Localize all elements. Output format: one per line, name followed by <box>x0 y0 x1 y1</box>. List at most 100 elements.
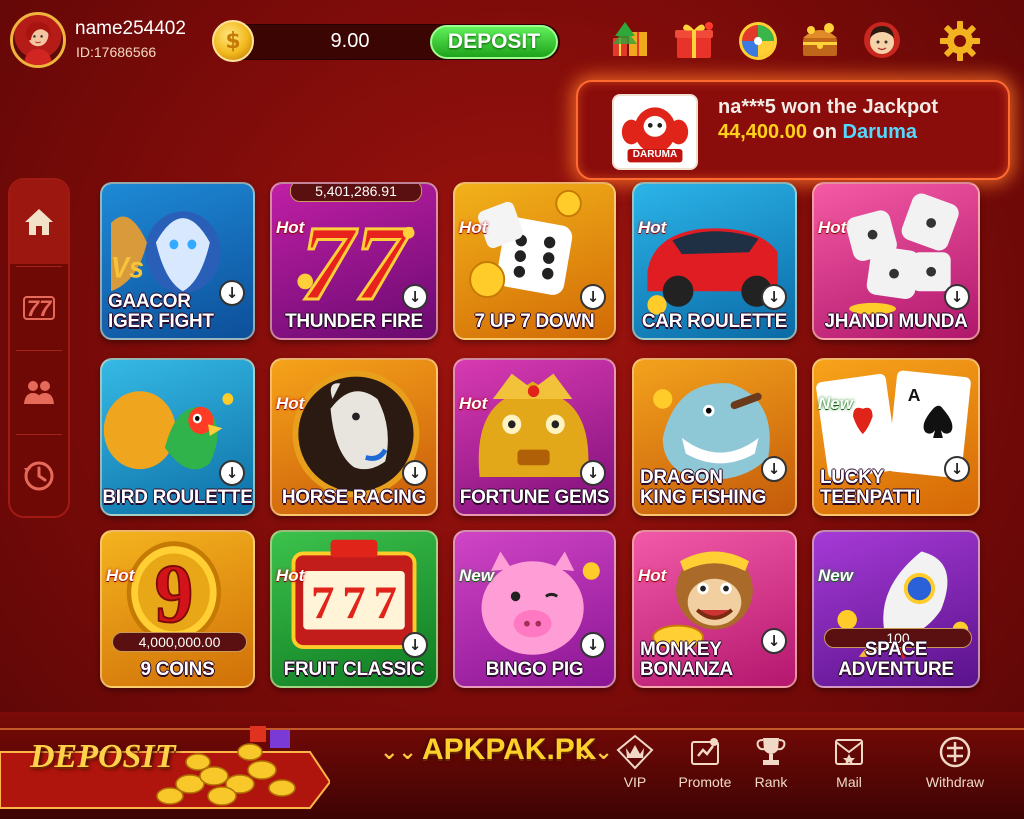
mail-icon <box>835 739 863 765</box>
treasure-chest-icon[interactable] <box>796 18 844 64</box>
hot-badge: Hot <box>276 218 305 237</box>
customer-service-icon[interactable] <box>858 18 906 64</box>
game-card-gaacor-iger-fight[interactable]: Vs GAACOR IGER FIGHT ↓ <box>100 182 255 340</box>
game-card-9-coins[interactable]: 9 Hot 4,000,000.00 9 COINS <box>100 530 255 688</box>
svg-text:9: 9 <box>155 548 194 641</box>
new-badge: New <box>818 566 853 585</box>
jackpot-game-name: Daruma <box>842 121 918 143</box>
game-title: FORTUNE GEMS <box>459 487 610 508</box>
hot-badge: Hot <box>276 566 305 585</box>
hot-badge: Hot <box>459 218 488 237</box>
download-icon[interactable]: ↓ <box>219 280 245 306</box>
sidebar-item-slots[interactable]: 77 <box>10 266 68 350</box>
game-title: BIRD ROULETTE <box>102 487 253 508</box>
vip-crown-icon <box>616 734 654 770</box>
game-title: FRUIT CLASSIC <box>283 659 425 680</box>
nav-mail-label: Mail <box>836 774 862 790</box>
game-card-7-up-7-down[interactable]: Hot 7 UP 7 DOWN ↓ <box>453 182 616 340</box>
category-sidebar: 77 <box>8 178 70 518</box>
download-icon[interactable]: ↓ <box>761 628 787 654</box>
gift-box-icon[interactable] <box>670 18 718 64</box>
game-card-thunder-fire[interactable]: 77 Hot 5,401,286.91 THUNDER FIRE ↓ <box>270 182 438 340</box>
svg-text:A: A <box>908 385 921 405</box>
daruma-thumbnail: DARUMA <box>612 94 698 170</box>
nav-mail[interactable]: Mail <box>814 734 884 790</box>
jackpot-message: na***5 won the Jackpot 44,400.00 on Daru… <box>718 95 998 145</box>
nav-withdraw[interactable]: Withdraw <box>920 734 990 790</box>
avatar-portrait-icon <box>23 21 53 65</box>
jackpot-banner[interactable]: DARUMA na***5 won the Jackpot 44,400.00 … <box>576 80 1010 180</box>
user-avatar[interactable] <box>10 12 66 68</box>
sidebar-item-multiplayer[interactable] <box>10 350 68 434</box>
gift-tree-icon[interactable] <box>606 18 654 64</box>
game-card-horse-racing[interactable]: Hot HORSE RACING ↓ <box>270 358 438 516</box>
download-icon[interactable]: ↓ <box>761 456 787 482</box>
daruma-label: DARUMA <box>632 149 678 160</box>
game-title: JHANDI MUNDA <box>824 311 968 332</box>
game-card-monkey-bonanza[interactable]: Hot MONKEY BONANZA ↓ <box>632 530 797 688</box>
nav-withdraw-label: Withdraw <box>925 774 985 790</box>
promote-icon <box>691 738 719 765</box>
game-card-car-roulette[interactable]: Hot CAR ROULETTE ↓ <box>632 182 797 340</box>
rank-trophy-icon <box>756 738 786 765</box>
download-icon[interactable]: ↓ <box>402 632 428 658</box>
game-title: HORSE RACING <box>281 487 427 508</box>
game-prize-counter: 4,000,000.00 <box>112 632 247 652</box>
username: name254402 <box>75 18 186 39</box>
hot-badge: Hot <box>818 218 847 237</box>
game-title: 7 UP 7 DOWN <box>474 311 595 332</box>
user-id: ID:17686566 <box>76 44 157 60</box>
hot-badge: Hot <box>638 566 667 585</box>
download-icon[interactable]: ↓ <box>944 284 970 310</box>
game-card-fruit-classic[interactable]: 7 7 7 Hot FRUIT CLASSIC ↓ <box>270 530 438 688</box>
game-title: BINGO PIG <box>485 659 584 680</box>
game-prize-counter: 5,401,286.91 <box>290 184 422 202</box>
download-icon[interactable]: ↓ <box>580 632 606 658</box>
nav-promote[interactable]: Promote <box>670 734 740 790</box>
svg-text:77: 77 <box>300 204 412 323</box>
game-card-bird-roulette[interactable]: BIRD ROULETTE ↓ <box>100 358 255 516</box>
nav-rank-label: Rank <box>754 774 788 790</box>
hot-badge: Hot <box>276 394 305 413</box>
download-icon[interactable]: ↓ <box>580 460 606 486</box>
nav-promote-label: Promote <box>678 774 732 790</box>
withdraw-icon <box>939 736 971 768</box>
jackpot-amount: 44,400.00 <box>718 121 807 143</box>
hot-badge: Hot <box>106 566 135 585</box>
download-icon[interactable]: ↓ <box>402 460 428 486</box>
new-badge: New <box>818 394 853 413</box>
nav-rank[interactable]: Rank <box>736 734 806 790</box>
settings-gear-icon[interactable] <box>936 18 984 64</box>
jackpot-on-text: on <box>812 121 837 143</box>
coin-icon: $ <box>212 20 254 62</box>
balance-value: 9.00 <box>330 30 370 52</box>
top-bar: name254402 ID:17686566 $ 9.00 DEPOSIT <box>0 0 1024 80</box>
game-card-bingo-pig[interactable]: New BINGO PIG ↓ <box>453 530 616 688</box>
download-icon[interactable]: ↓ <box>219 460 245 486</box>
hot-badge: Hot <box>638 218 667 237</box>
svg-text:77: 77 <box>27 296 53 321</box>
hot-badge: Hot <box>459 394 488 413</box>
deposit-button[interactable]: DEPOSIT <box>430 25 558 59</box>
players-icon <box>24 381 54 404</box>
sidebar-item-history[interactable] <box>10 434 68 518</box>
svg-text:7: 7 <box>374 577 397 629</box>
game-card-space-adventure[interactable]: New 100 SPACE ADVENTURE <box>812 530 980 688</box>
chevron-down-icon: ⌄⌄ <box>380 740 417 765</box>
game-title: SPACE ADVENTURE <box>838 639 954 680</box>
game-card-jhandi-munda[interactable]: Hot JHANDI MUNDA ↓ <box>812 182 980 340</box>
download-icon[interactable]: ↓ <box>580 284 606 310</box>
game-title: CAR ROULETTE <box>641 311 788 332</box>
lucky-wheel-icon[interactable] <box>734 18 782 64</box>
game-card-lucky-teenpatti[interactable]: A New LUCKY TEENPATTI ↓ <box>812 358 980 516</box>
game-title: THUNDER FIRE <box>285 311 423 332</box>
game-card-dragon-king-fishing[interactable]: DRAGON KING FISHING ↓ <box>632 358 797 516</box>
game-card-fortune-gems[interactable]: Hot FORTUNE GEMS ↓ <box>453 358 616 516</box>
download-icon[interactable]: ↓ <box>761 284 787 310</box>
download-icon[interactable]: ↓ <box>402 284 428 310</box>
slot-777-icon: 77 <box>23 296 55 321</box>
nav-vip[interactable]: VIP <box>600 734 670 790</box>
game-title: 9 COINS <box>140 659 215 680</box>
download-icon[interactable]: ↓ <box>944 456 970 482</box>
sidebar-item-home[interactable] <box>10 180 68 264</box>
